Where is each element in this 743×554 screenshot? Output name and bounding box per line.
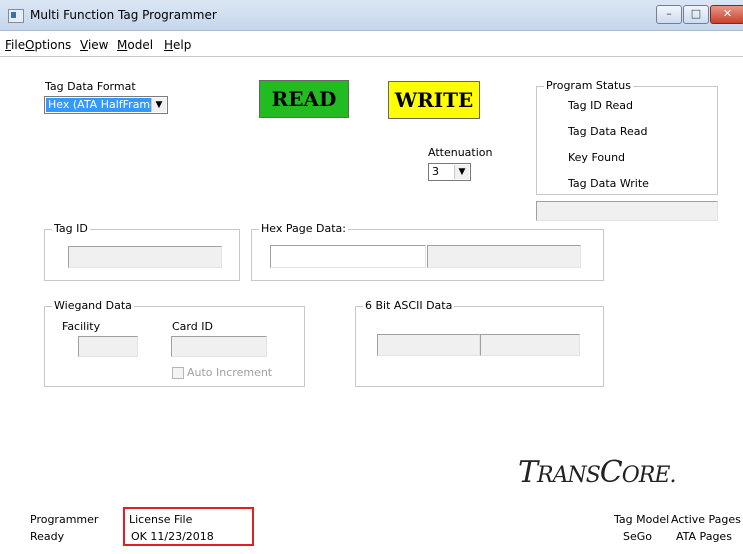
chevron-down-icon[interactable]: ▼: [151, 98, 166, 112]
close-button[interactable]: ✕: [710, 5, 743, 24]
tag-id-title: Tag ID: [52, 222, 90, 235]
tag-data-format-label: Tag Data Format: [45, 80, 136, 93]
card-id-label: Card ID: [172, 320, 213, 333]
programmer-label: Programmer: [30, 513, 99, 526]
card-id-field[interactable]: [171, 336, 267, 357]
chevron-down-icon[interactable]: ▼: [454, 165, 469, 179]
maximize-button[interactable]: □: [683, 5, 709, 24]
attenuation-select[interactable]: 3 ▼: [428, 163, 471, 181]
active-pages-value: ATA Pages: [676, 530, 732, 543]
transcore-logo: TRANSCORE.: [518, 455, 676, 490]
tag-id-group: Tag ID: [44, 222, 240, 281]
facility-label: Facility: [62, 320, 101, 333]
auto-increment-checkbox[interactable]: [172, 367, 184, 379]
hex-page-data-field-1[interactable]: [270, 245, 426, 268]
ascii-data-field-1[interactable]: [377, 334, 480, 356]
license-file-value: OK 11/23/2018: [131, 530, 214, 543]
window-title: Multi Function Tag Programmer: [30, 8, 217, 22]
tag-data-format-value: Hex (ATA HalfFrame): [46, 98, 164, 112]
attenuation-label: Attenuation: [428, 146, 493, 159]
status-message-field: [536, 201, 718, 221]
hex-page-data-title: Hex Page Data:: [259, 222, 348, 235]
program-status-title: Program Status: [544, 79, 633, 92]
tag-model-value: SeGo: [623, 530, 653, 543]
status-tag-data-write: Tag Data Write: [568, 177, 649, 190]
auto-increment-label: Auto Increment: [187, 366, 273, 379]
write-button[interactable]: WRITE: [388, 81, 480, 119]
tag-model-label: Tag Model: [614, 513, 670, 526]
app-icon: [8, 9, 24, 23]
ascii-data-group: 6 Bit ASCII Data: [355, 299, 604, 387]
wiegand-data-title: Wiegand Data: [52, 299, 134, 312]
tag-id-field[interactable]: [68, 246, 222, 268]
client-divider: [0, 56, 743, 57]
menu-file[interactable]: File: [5, 38, 25, 52]
menu-bar: File Options View Model Help: [0, 38, 743, 54]
programmer-value: Ready: [30, 530, 65, 543]
ascii-data-field-2[interactable]: [480, 334, 580, 356]
tag-data-format-select[interactable]: Hex (ATA HalfFrame) ▼: [44, 96, 168, 114]
wiegand-data-group: Wiegand Data Facility Card ID Auto Incre…: [44, 299, 305, 387]
status-tag-data-read: Tag Data Read: [568, 125, 648, 138]
ascii-data-title: 6 Bit ASCII Data: [363, 299, 455, 312]
active-pages-label: Active Pages: [671, 513, 741, 526]
menu-help[interactable]: Help: [164, 38, 191, 52]
license-file-label: License File: [129, 513, 193, 526]
status-tag-id-read: Tag ID Read: [568, 99, 633, 112]
menu-view[interactable]: View: [80, 38, 108, 52]
attenuation-value: 3: [432, 165, 439, 178]
title-bar: Multi Function Tag Programmer – □ ✕: [0, 0, 743, 31]
menu-model[interactable]: Model: [117, 38, 153, 52]
facility-field[interactable]: [78, 336, 138, 357]
minimize-button[interactable]: –: [656, 5, 682, 24]
hex-page-data-group: Hex Page Data:: [251, 222, 604, 281]
read-button[interactable]: READ: [259, 80, 349, 118]
hex-page-data-field-2[interactable]: [427, 245, 581, 268]
status-key-found: Key Found: [568, 151, 626, 164]
menu-options[interactable]: Options: [25, 38, 71, 52]
program-status-group: Program Status Tag ID Read Tag Data Read…: [536, 79, 718, 195]
